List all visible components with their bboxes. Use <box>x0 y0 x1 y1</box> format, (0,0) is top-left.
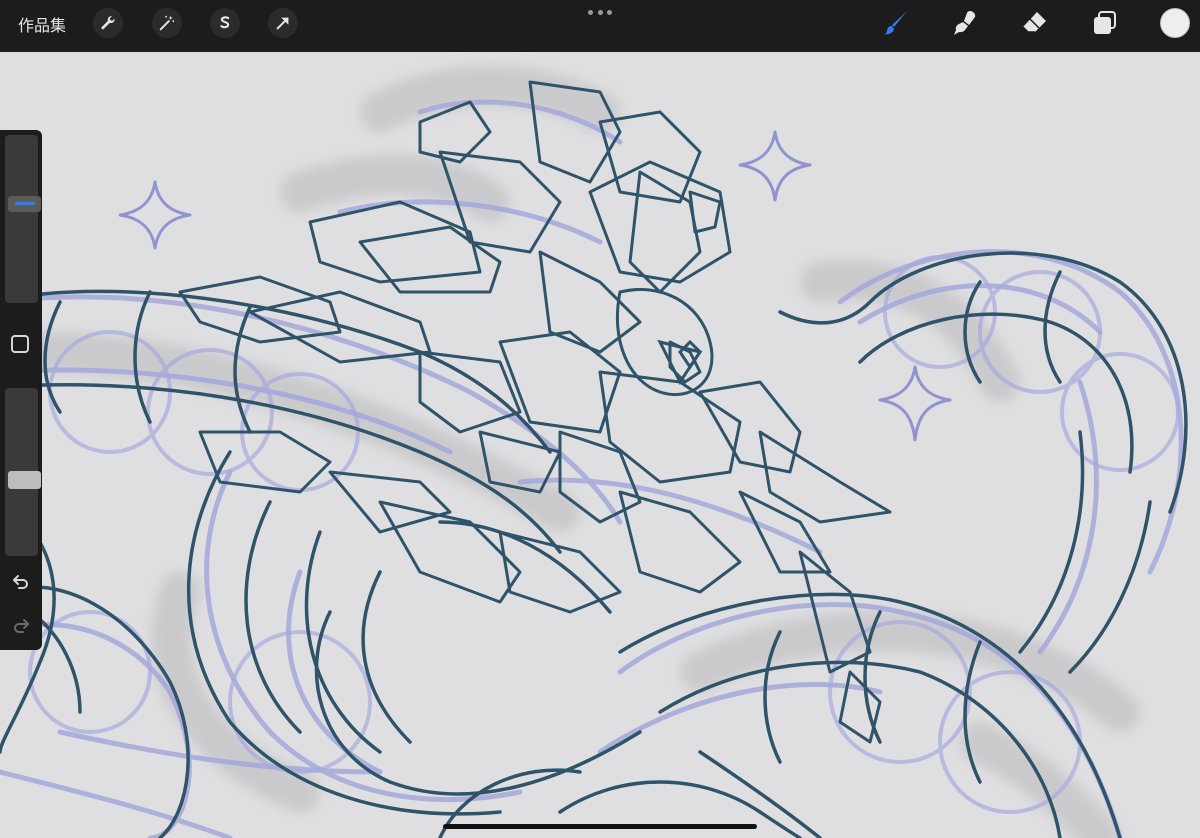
brush-size-slider[interactable] <box>5 135 41 303</box>
eraser-tool-button[interactable] <box>1017 6 1051 40</box>
sparkle-icon <box>738 130 812 202</box>
dragon-sketch-artwork <box>0 65 1188 838</box>
wrench-icon <box>101 16 115 30</box>
drawing-canvas[interactable] <box>0 52 1200 838</box>
top-toolbar: 作品集 <box>0 0 1200 46</box>
undo-button[interactable] <box>9 570 33 594</box>
adjustments-button[interactable] <box>152 8 182 38</box>
gallery-button[interactable]: 作品集 <box>18 12 66 36</box>
more-dot-icon <box>588 9 593 15</box>
modify-color-button[interactable] <box>11 335 29 353</box>
selection-icon <box>220 16 230 29</box>
home-indicator[interactable] <box>443 824 757 829</box>
smudge-tool-button[interactable] <box>948 6 982 40</box>
brush-size-slider-thumb[interactable] <box>8 195 41 212</box>
redo-icon <box>14 619 29 633</box>
procreate-app: 作品集 <box>0 0 1200 838</box>
magic-wand-icon <box>159 15 175 31</box>
redo-button[interactable] <box>9 614 33 638</box>
size-indicator <box>14 202 35 206</box>
transform-button[interactable] <box>268 8 298 38</box>
selection-button[interactable] <box>210 8 240 38</box>
more-options-button[interactable] <box>588 6 612 18</box>
opacity-slider-thumb[interactable] <box>8 470 41 489</box>
sparkle-icon <box>118 180 192 250</box>
brush-tool-button[interactable] <box>879 6 913 40</box>
more-dot-icon <box>597 9 603 15</box>
actions-button[interactable] <box>93 8 123 38</box>
opacity-slider[interactable] <box>5 388 41 556</box>
layers-button[interactable] <box>1088 6 1122 40</box>
brush-icon <box>884 11 907 35</box>
sidebar <box>0 130 42 650</box>
layers-icon <box>1094 11 1116 34</box>
undo-icon <box>13 575 28 589</box>
color-picker-button[interactable] <box>1160 8 1190 38</box>
smudge-icon <box>954 11 976 35</box>
more-dot-icon <box>607 9 612 15</box>
transform-arrow-icon <box>276 17 289 30</box>
sparkle-icon <box>878 365 952 442</box>
eraser-icon <box>1022 12 1046 33</box>
